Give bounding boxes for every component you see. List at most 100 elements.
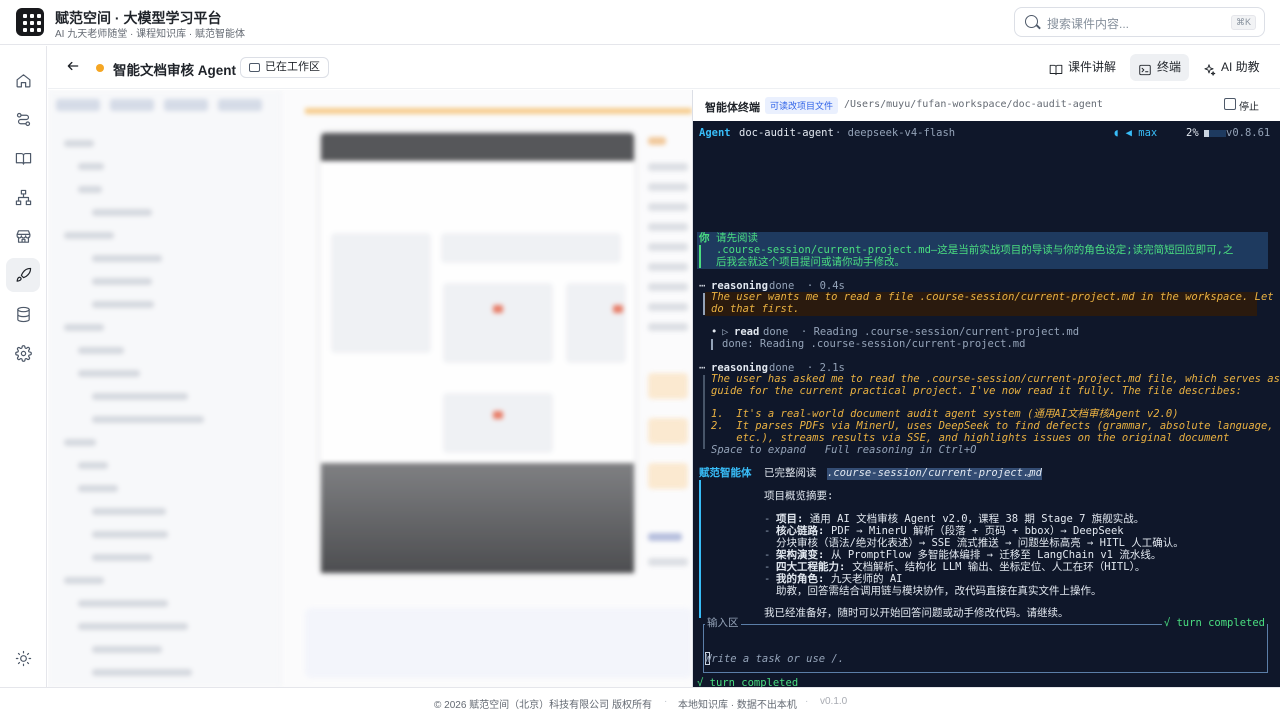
status-percent: 2% (1186, 127, 1199, 139)
search-icon (1025, 15, 1038, 28)
terminal-button[interactable]: 终端 (1130, 54, 1190, 81)
agent-line-1c: 。 (1027, 467, 1038, 479)
summary-bullet: - (764, 549, 771, 561)
sidebar-rocket-icon[interactable] (6, 258, 40, 292)
user-line-2: .course-session/current-project.md—这是当前实… (716, 244, 1234, 256)
app-logo[interactable] (16, 8, 44, 36)
status-project: doc-audit-agent (739, 127, 834, 139)
ai-assistant-button[interactable]: AI 助教 (1194, 54, 1268, 81)
footer-separator-1: · (664, 696, 668, 707)
reasoning-2-item-1: 1. It's a real-world document audit agen… (711, 408, 1179, 420)
terminal-output[interactable]: Agent doc-audit-agent · deepseek-v4-flas… (693, 121, 1280, 687)
search-box[interactable]: 搜索课件内容... ⌘K (1014, 7, 1265, 37)
sidebar-store-icon[interactable] (6, 219, 40, 253)
folder-icon (249, 63, 260, 72)
summary-value: 文档解析、结构化 LLM 输出、坐标定位、人工在环（HITL）。 (852, 561, 1146, 573)
summary-bullet: - (764, 561, 771, 573)
file-tree (48, 90, 281, 687)
app-subtitle: AI 九天老师随堂 · 课程知识库 · 赋范智能体 (55, 29, 245, 40)
sparkle-icon (1202, 60, 1216, 76)
summary-key: 四大工程能力: (776, 561, 846, 573)
sidebar-book-icon[interactable] (6, 141, 40, 175)
footer-note: 本地知识库 · 数据不出本机 (678, 700, 797, 711)
search-shortcut: ⌘K (1230, 15, 1256, 30)
status-dot (96, 64, 104, 72)
book-open-icon (1049, 60, 1063, 76)
stop-label[interactable]: 停止 (1239, 98, 1259, 113)
reasoning-2-item-2b: etc.), streams results via SSE, and high… (711, 432, 1230, 444)
sidebar-workflow-icon[interactable] (6, 102, 40, 136)
agent-line-1-path: .course-session/current-project.md (827, 467, 1042, 480)
task-input-box[interactable] (703, 624, 1268, 673)
theme-sun-icon[interactable] (6, 641, 40, 675)
footer-version: v0.1.0 (820, 696, 848, 707)
summary-key: 架构演变: (776, 549, 825, 561)
agent-closing: 我已经准备好，随时可以开始回答问题或动手修改代码。请继续。 (764, 607, 1069, 619)
terminal-button-label: 终端 (1157, 60, 1182, 74)
footer-copyright: © 2026 赋范空间（北京）科技有限公司 版权所有 (434, 700, 652, 711)
tool-read-meta: done · Reading .course-session/current-p… (763, 326, 1080, 338)
blurred-workspace (48, 90, 692, 687)
agent-label: 赋范智能体 (699, 467, 752, 479)
user-line-3: 后我会就这个项目提问或请你动手修改。 (716, 256, 905, 268)
workspace-path: /Users/muyu/fufan-workspace/doc-audit-ag… (844, 99, 1103, 110)
workspace-badge[interactable]: 已在工作区 (240, 57, 329, 78)
tool-read-result: done: Reading .course-session/current-pr… (722, 338, 1026, 350)
back-arrow-icon[interactable] (66, 58, 80, 78)
reasoning-2-item-2: 2. It parses PDFs via MinerU, uses DeepS… (711, 420, 1274, 432)
sidebar-gear-icon[interactable] (6, 336, 40, 370)
reasoning-1-line-1: The user wants me to read a file .course… (711, 291, 1280, 303)
summary-value-continued: 助教，回答需结合调用链与模块协作，改代码直接在真实文件上操作。 (776, 585, 1102, 597)
page-header: 智能文档审核 Agent 已在工作区 课件讲解 终端 AI 助教 (48, 46, 1280, 89)
summary-key: 我的角色: (776, 573, 825, 585)
context-meter (1204, 130, 1226, 137)
status-agent: Agent (699, 127, 731, 139)
summary-bullet: - (764, 573, 771, 585)
status-model: · deepseek-v4-flash (835, 127, 956, 139)
page-title: 智能文档审核 Agent (113, 63, 236, 78)
permission-tag: 可读改项目文件 (765, 97, 839, 114)
reasoning-2-line-1: The user has asked me to read the .cours… (711, 373, 1280, 385)
summary-key: 核心链路: (776, 525, 825, 537)
summary-bullet: - (764, 525, 771, 537)
user-label: 你 (699, 232, 710, 244)
summary-value-continued: 分块审核（语法/绝对化表述）→ SSE 流式推送 → 问题坐标高亮 → HITL… (776, 537, 1184, 549)
terminal-title: 智能体终端 (705, 102, 760, 114)
user-line-1: 请先阅读 (716, 232, 758, 244)
lecture-button-label: 课件讲解 (1068, 60, 1117, 74)
ai-assistant-button-label: AI 助教 (1221, 60, 1260, 74)
terminal-panel: 智能体终端 可读改项目文件 /Users/muyu/fufan-workspac… (692, 90, 1280, 687)
status-version: v0.8.61 (1226, 127, 1271, 139)
agent-line-1a: 已完整阅读 (764, 467, 823, 479)
summary-bullet: - (764, 513, 771, 525)
workspace-badge-label: 已在工作区 (265, 61, 320, 73)
sidebar (0, 46, 47, 687)
summary-key: 项目: (776, 513, 804, 525)
terminal-icon (1138, 60, 1152, 76)
summary-value: PDF → MinerU 解析（段落 + 页码 + bbox）→ DeepSee… (831, 525, 1124, 537)
top-bar: 赋范空间 · 大模型学习平台 AI 九天老师随堂 · 课程知识库 · 赋范智能体… (0, 0, 1280, 45)
tool-read-label: read (734, 326, 760, 338)
reasoning-1-line-2: do that first. (711, 303, 800, 315)
terminal-header: 智能体终端 可读改项目文件 /Users/muyu/fufan-workspac… (693, 90, 1280, 121)
footer: © 2026 赋范空间（北京）科技有限公司 版权所有 · 本地知识库 · 数据不… (0, 687, 1280, 715)
sidebar-home-icon[interactable] (6, 63, 40, 97)
stop-checkbox[interactable] (1224, 98, 1236, 110)
lecture-button[interactable]: 课件讲解 (1041, 54, 1124, 81)
summary-value: 通用 AI 文档审核 Agent v2.0，课程 38 期 Stage 7 旗舰… (809, 513, 1145, 525)
document-preview (321, 133, 634, 573)
input-label: 输入区 (705, 617, 741, 630)
reasoning-expand-hint[interactable]: Space to expand Full reasoning in Ctrl+O (711, 444, 977, 457)
reasoning-2-line-2: guide for the current practical project.… (711, 385, 1243, 397)
task-input[interactable]: Write a task or use /. (705, 653, 844, 666)
footer-separator-2: · (805, 696, 809, 707)
summary-value: 从 PromptFlow 多智能体编排 → 迁移至 LangChain v1 流… (831, 549, 1162, 561)
sidebar-hierarchy-icon[interactable] (6, 180, 40, 214)
summary-title: 项目概览摘要: (764, 490, 834, 502)
search-placeholder: 搜索课件内容... (1047, 17, 1130, 31)
turn-status: √ turn completed (697, 677, 799, 687)
status-mode: ◖ ◀ max (1113, 127, 1158, 139)
sidebar-database-icon[interactable] (6, 297, 40, 331)
summary-value: 九天老师的 AI (831, 573, 903, 585)
input-status: √ turn completed (1161, 617, 1267, 630)
